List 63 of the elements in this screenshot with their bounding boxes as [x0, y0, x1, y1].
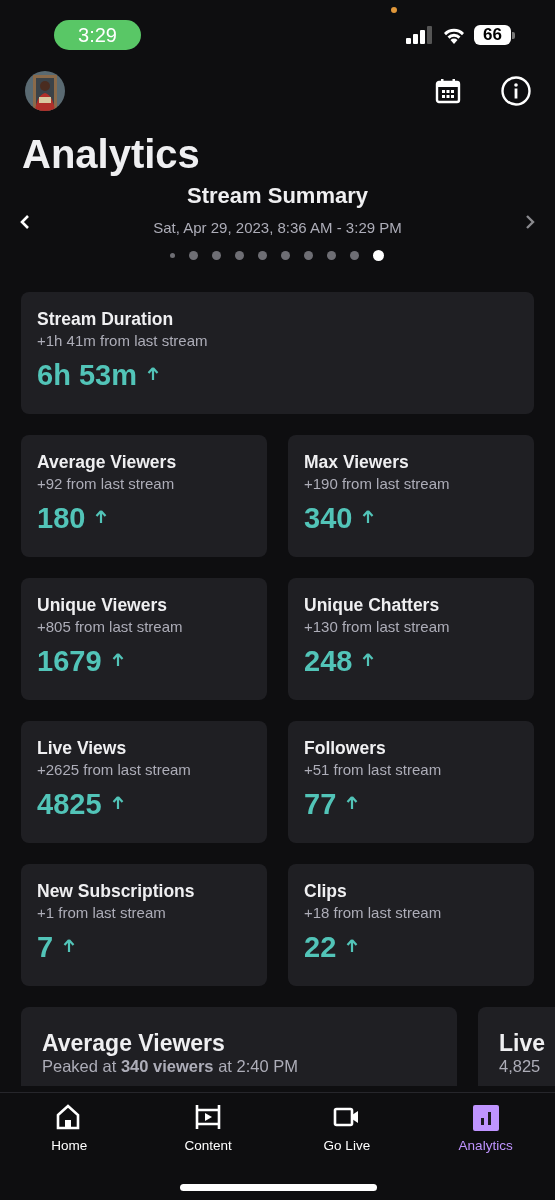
metric-change: +51 from last stream — [304, 761, 443, 778]
metric-change: +130 from last stream — [304, 618, 451, 635]
metric-value: 77 — [304, 787, 337, 821]
page-dot[interactable] — [258, 251, 268, 260]
summary-title: Stream Summary — [187, 182, 368, 210]
info-button[interactable] — [501, 75, 531, 106]
metric-value: 4825 — [37, 787, 102, 821]
page-dot[interactable] — [212, 251, 222, 260]
page-dot[interactable] — [373, 250, 385, 261]
page-dot[interactable] — [235, 251, 245, 260]
metric-value: 180 — [37, 501, 86, 535]
metric-change: +1 from last stream — [37, 904, 167, 921]
metric-value: 340 — [304, 501, 353, 535]
metric-label: New Subscriptions — [37, 881, 196, 901]
chart-subtitle: 4,825 — [499, 1057, 542, 1076]
page-dot[interactable] — [327, 251, 337, 260]
previous-button[interactable] — [20, 214, 30, 230]
chevron-left-icon — [20, 214, 30, 230]
metric-value: 7 — [37, 930, 54, 964]
metric-value: 6h 53m — [37, 358, 137, 392]
page-dot[interactable] — [350, 251, 360, 260]
metric-label: Clips — [304, 881, 348, 901]
chart-title: Live — [499, 1029, 547, 1057]
metric-label: Followers — [304, 738, 387, 758]
film-play-icon — [194, 1104, 223, 1132]
page-title: Analytics — [21, 131, 201, 176]
metric-value: 248 — [304, 644, 353, 678]
metric-label: Unique Chatters — [304, 595, 441, 615]
page-dot[interactable] — [304, 251, 314, 260]
metric-change: +805 from last stream — [37, 618, 184, 635]
metric-label: Unique Viewers — [37, 595, 168, 615]
bar-chart-icon — [471, 1104, 500, 1132]
chevron-right-icon — [525, 214, 535, 230]
tab-item[interactable]: Home — [0, 1093, 139, 1163]
signal-icon — [406, 26, 434, 44]
tab-item[interactable]: Analytics — [416, 1093, 555, 1163]
privacy-dot-icon — [391, 7, 397, 13]
info-icon — [501, 75, 531, 106]
metric-change: +18 from last stream — [304, 904, 443, 921]
metric-label: Max Viewers — [304, 452, 410, 472]
metric-value: 1679 — [37, 644, 102, 678]
metric-label: Live Views — [37, 738, 128, 758]
tab-item[interactable]: Content — [138, 1093, 278, 1163]
metric-change: +1h 41m from last stream — [37, 332, 209, 349]
chart-subtitle: Peaked at 340 viewers at 2:40 PM — [42, 1057, 299, 1076]
metric-change: +190 from last stream — [304, 475, 451, 492]
tab-item[interactable]: Go Live — [277, 1093, 417, 1163]
calendar-button[interactable] — [435, 77, 461, 104]
status-time: 3:29 — [54, 20, 141, 50]
next-button[interactable] — [525, 214, 535, 230]
metric-value: 22 — [304, 930, 337, 964]
battery-level: 66 — [474, 25, 511, 45]
metric-label: Average Viewers — [37, 452, 178, 472]
metric-change: +92 from last stream — [37, 475, 176, 492]
date-range: Sat, Apr 29, 2023, 8:36 AM - 3:29 PM — [153, 219, 402, 236]
metric-change: +2625 from last stream — [37, 761, 192, 778]
page-dot[interactable] — [170, 253, 176, 258]
calendar-icon — [435, 77, 461, 104]
page-dot[interactable] — [189, 251, 199, 260]
chart-title: Average Viewers — [42, 1029, 226, 1057]
page-dot[interactable] — [281, 251, 291, 260]
wifi-icon — [442, 26, 466, 44]
metric-label: Stream Duration — [37, 309, 175, 329]
